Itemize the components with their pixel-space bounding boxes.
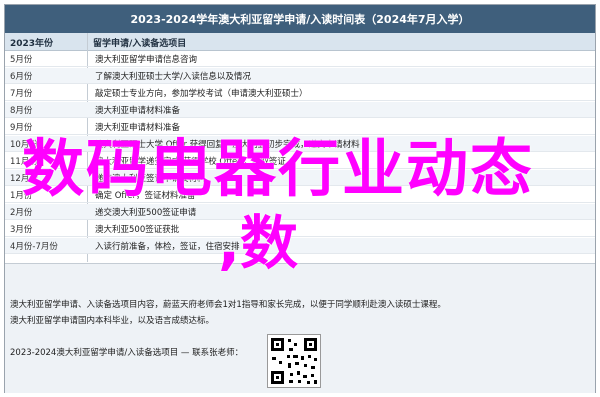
row-text: 澳大利亚留学申请信息咨询 [95,55,198,65]
row-text: 了解澳大利亚硕士大学/入读信息以及情况 [95,72,251,82]
qr-code-icon [267,334,321,388]
row-month: 8月份 [10,106,33,116]
table-row: 5月份 澳大利亚留学申请信息咨询 [5,51,595,67]
footer-line: 2023-2024澳大利亚留学申请/入读备选项目 — 联系张老师： [10,348,244,358]
table-row: 4月份-7月份 入读行前准备，体检，签证，住宿安排 [5,238,595,254]
overlay-subline: ,数 [218,209,299,277]
row-text: 澳大利亚500签证获批 [95,225,180,235]
table-header: 2023年份 留学申请/入读备选项目 [5,33,595,51]
row-text: 澳大利亚申请材料准备 [95,106,181,116]
footer-line: 澳大利亚留学申请国内本科毕业，以及语言成绩达标。 [10,316,215,326]
table-row: 3月份 澳大利亚500签证获批 [5,221,595,237]
row-month: 6月份 [10,72,33,82]
document-footer: 澳大利亚留学申请、入读备选项目内容，蔚蓝天府老师会1对1指导和家长完成，以便于同… [5,263,595,393]
row-text: 敲定硕士专业方向，参加学校考试（申请澳大利亚硕士） [95,89,308,99]
table-row: 8月份 澳大利亚申请材料准备 [5,102,595,118]
row-month: 5月份 [10,55,33,65]
table-row: 7月份 敲定硕士专业方向，参加学校考试（申请澳大利亚硕士） [5,85,595,101]
footer-line: 澳大利亚留学申请、入读备选项目内容，蔚蓝天府老师会1对1指导和家长完成，以便于同… [10,300,446,310]
row-month: 7月份 [10,89,33,99]
row-month: 3月份 [10,225,33,235]
table-row: 6月份 了解澳大利亚硕士大学/入读信息以及情况 [5,68,595,84]
overlay-headline: 数码电器行业动态 [22,132,535,205]
header-month: 2023年份 [10,39,54,49]
document-title: 2023-2024学年澳大利亚留学申请/入读时间表（2024年7月入学） [5,5,595,33]
row-month: 4月份-7月份 [10,242,58,252]
header-items: 留学申请/入读备选项目 [93,39,187,49]
